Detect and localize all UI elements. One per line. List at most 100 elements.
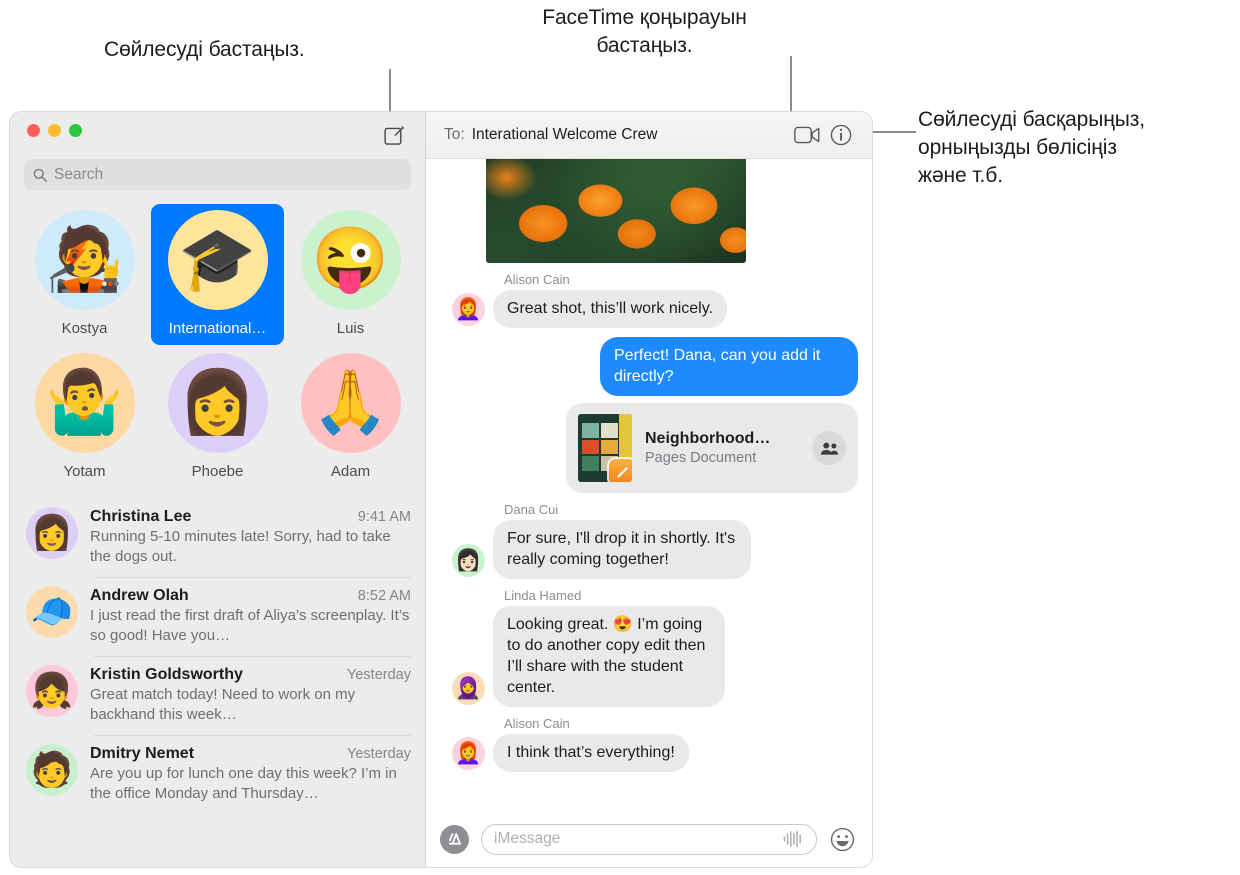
list-item[interactable]: 👩 Christina Lee 9:41 AM Running 5-10 min…: [10, 498, 425, 577]
document-attachment[interactable]: Neighborhood… Pages Document: [566, 403, 858, 493]
traffic-lights: [27, 124, 82, 137]
conversation-time: Yesterday: [347, 746, 411, 762]
search-container: Search: [10, 159, 425, 190]
message-thread[interactable]: Alison Cain 👩‍🦰 Great shot, this’ll work…: [426, 159, 872, 811]
message-group: Dana Cui 👩🏻 For sure, I'll drop it in sh…: [440, 502, 858, 579]
message-group: Perfect! Dana, can you add it directly?: [440, 337, 863, 396]
emoji-smiley-icon: [830, 827, 855, 851]
audio-waveform-icon[interactable]: [782, 830, 804, 848]
list-item[interactable]: 🧢 Andrew Olah 8:52 AM I just read the fi…: [10, 577, 425, 656]
composer-bar: iMessage: [426, 811, 872, 867]
pinned-conversations: 🧑‍🎤 Kostya 🎓 International… 😜 Luis 🤷‍♂️ …: [10, 190, 425, 492]
search-icon: [33, 168, 47, 182]
info-circle-icon: [830, 124, 852, 146]
compose-button[interactable]: [380, 121, 408, 149]
pinned-item-yotam[interactable]: 🤷‍♂️ Yotam: [18, 347, 151, 488]
message-bubble[interactable]: For sure, I'll drop it in shortly. It's …: [488, 520, 751, 579]
message-sender: Linda Hamed: [504, 588, 582, 603]
list-item[interactable]: 👧 Kristin Goldsworthy Yesterday Great ma…: [10, 656, 425, 735]
document-title: Neighborhood…: [645, 430, 771, 447]
avatar: 🧑: [26, 744, 78, 796]
conversation-time: 8:52 AM: [357, 588, 411, 604]
conversation-pane: To: Interational Welcome Crew Alison Cai…: [426, 112, 872, 867]
app-store-icon: [448, 833, 461, 845]
search-input[interactable]: Search: [24, 159, 411, 190]
avatar: 🧕: [452, 672, 485, 705]
conversation-header: To: Interational Welcome Crew: [426, 112, 872, 159]
video-camera-icon: [794, 126, 820, 144]
message-bubble[interactable]: Perfect! Dana, can you add it directly?: [600, 337, 863, 396]
pinned-item-phoebe[interactable]: 👩 Phoebe: [151, 347, 284, 488]
avatar: 👩‍🦰: [452, 293, 485, 326]
list-item[interactable]: 🧑 Dmitry Nemet Yesterday Are you up for …: [10, 735, 425, 814]
photo-attachment[interactable]: [486, 159, 746, 263]
message-sender: Alison Cain: [504, 716, 570, 731]
pinned-item-label: Luis: [336, 320, 365, 337]
recipient-field[interactable]: Interational Welcome Crew: [472, 126, 658, 144]
message-group: Alison Cain 👩‍🦰 Great shot, this’ll work…: [440, 272, 858, 328]
message-group: Alison Cain 👩‍🦰 I think that’s everythin…: [440, 716, 858, 772]
conversation-name: Christina Lee: [90, 508, 192, 525]
avatar: 🎓: [167, 210, 268, 310]
facetime-button[interactable]: [790, 120, 824, 150]
callout-facetime: FaceTime қоңырауын бастаңыз.: [542, 6, 747, 57]
pinned-item-label: Kostya: [61, 320, 108, 337]
pages-app-icon: [609, 459, 632, 482]
conversation-preview: Are you up for lunch one day this week? …: [90, 765, 397, 802]
to-label: To:: [444, 126, 465, 143]
pinned-item-label: Phoebe: [191, 463, 244, 480]
pinned-item-label: International…: [168, 320, 267, 337]
document-thumbnail: [578, 414, 632, 482]
avatar: 🤷‍♂️: [34, 353, 135, 453]
message-bubble[interactable]: I think that’s everything!: [488, 734, 689, 772]
avatar: 🧑‍🎤: [34, 210, 135, 310]
message-sender: Alison Cain: [504, 272, 570, 287]
avatar: 🧢: [26, 586, 78, 638]
document-subtitle: Pages Document: [645, 450, 757, 466]
messages-window: Search 🧑‍🎤 Kostya 🎓 International… 😜 Lui…: [10, 112, 872, 867]
avatar: 👧: [26, 665, 78, 717]
avatar: 👩: [167, 353, 268, 453]
avatar: 🙏: [300, 353, 401, 453]
avatar: 👩: [26, 507, 78, 559]
app-store-button[interactable]: [440, 824, 469, 854]
callout-compose: Сөйлесуді бастаңыз.: [104, 38, 305, 61]
callout-facetime-leader: [790, 56, 792, 113]
avatar: 😜: [300, 210, 401, 310]
pinned-item-adam[interactable]: 🙏 Adam: [284, 347, 417, 488]
pinned-item-luis[interactable]: 😜 Luis: [284, 204, 417, 345]
close-button[interactable]: [27, 124, 40, 137]
conversation-preview: Running 5-10 minutes late! Sorry, had to…: [90, 528, 391, 565]
message-input[interactable]: iMessage: [481, 823, 817, 855]
zoom-button[interactable]: [69, 124, 82, 137]
message-photo-group: [440, 159, 858, 263]
emoji-button[interactable]: [829, 826, 856, 853]
pinned-item-international[interactable]: 🎓 International…: [151, 204, 284, 345]
callout-details: Сөйлесуді басқарыңыз, орныңызды бөлісіңі…: [918, 108, 1145, 187]
conversation-time: Yesterday: [347, 667, 411, 683]
message-group: Linda Hamed 🧕 Looking great. 😍 I’m going…: [440, 588, 858, 707]
message-input-placeholder: iMessage: [494, 830, 561, 847]
minimize-button[interactable]: [48, 124, 61, 137]
search-placeholder: Search: [54, 165, 104, 183]
conversation-name: Kristin Goldsworthy: [90, 666, 243, 683]
message-sender: Dana Cui: [504, 502, 559, 517]
conversation-preview: Great match today! Need to work on my ba…: [90, 686, 356, 723]
people-collaboration-icon[interactable]: [812, 431, 846, 465]
message-bubble[interactable]: Looking great. 😍 I’m going to do another…: [488, 606, 725, 707]
avatar: 👩‍🦰: [452, 737, 485, 770]
conversation-name: Andrew Olah: [90, 587, 189, 604]
screenshot-root: Сөйлесуді бастаңыз. FaceTime қоңырауын б…: [0, 0, 1240, 875]
callout-compose-leader: [389, 69, 391, 113]
titlebar: [10, 112, 425, 159]
conversation-preview: I just read the first draft of Aliya’s s…: [90, 607, 410, 644]
message-bubble[interactable]: Great shot, this’ll work nicely.: [488, 290, 727, 328]
compose-pencil-icon: [383, 125, 404, 145]
conversation-time: 9:41 AM: [357, 509, 411, 525]
details-button[interactable]: [824, 120, 858, 150]
avatar: 👩🏻: [452, 544, 485, 577]
pinned-item-kostya[interactable]: 🧑‍🎤 Kostya: [18, 204, 151, 345]
sidebar: Search 🧑‍🎤 Kostya 🎓 International… 😜 Lui…: [10, 112, 426, 867]
conversation-name: Dmitry Nemet: [90, 745, 195, 762]
conversation-list: 👩 Christina Lee 9:41 AM Running 5-10 min…: [10, 492, 425, 814]
